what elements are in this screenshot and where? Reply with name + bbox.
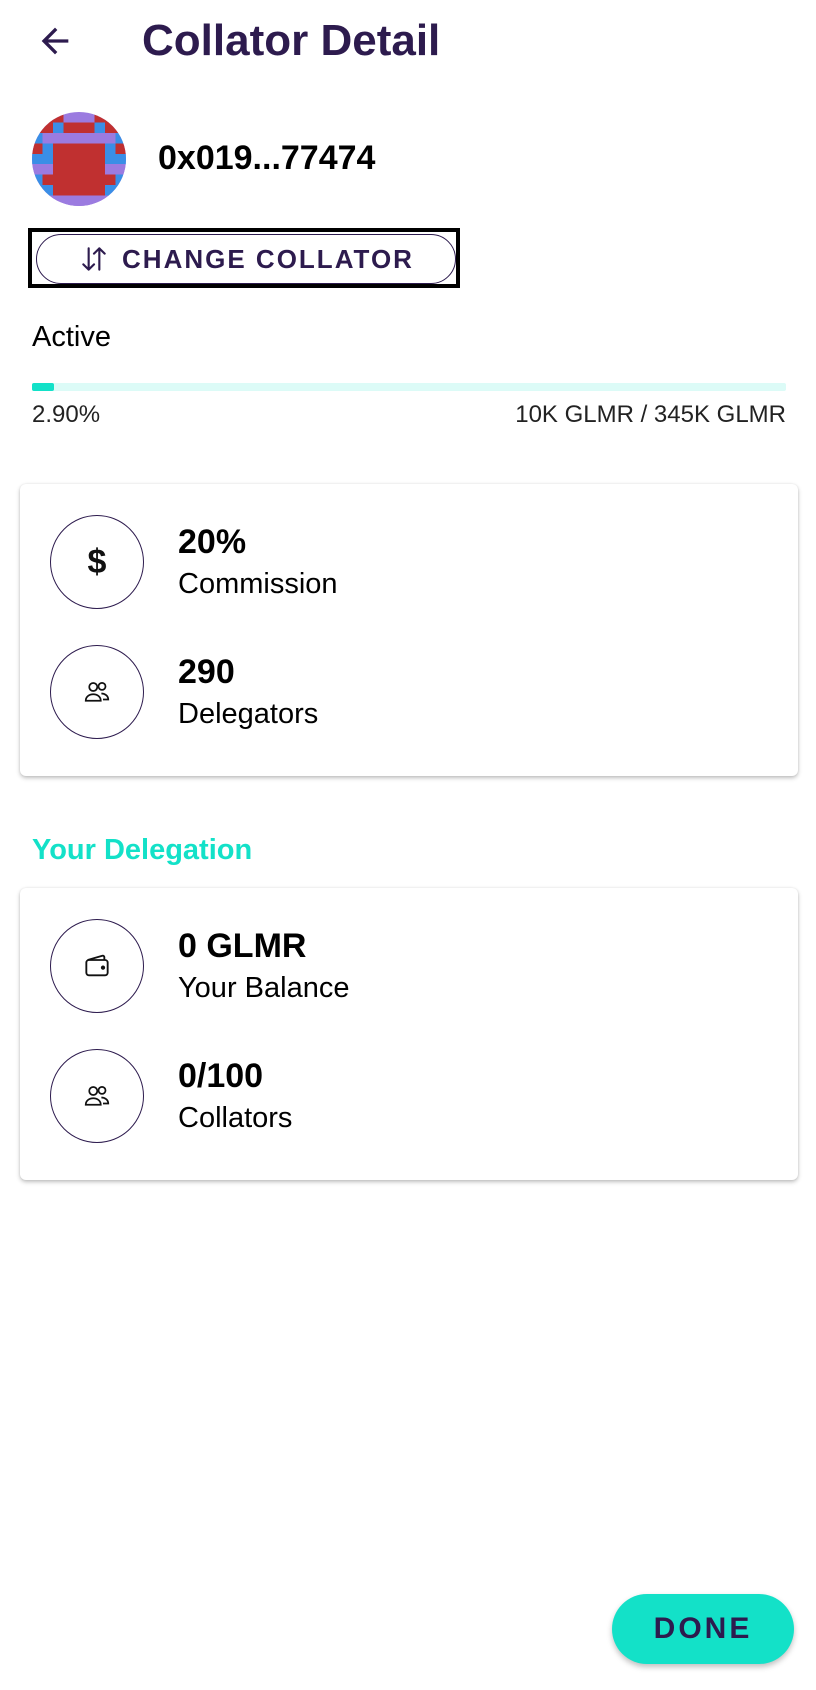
dollar-icon: $ <box>87 542 107 581</box>
commission-value: 20% <box>178 523 247 561</box>
balance-label: Your Balance <box>178 972 350 1004</box>
balance-icon-circle <box>50 919 144 1013</box>
change-collator-button[interactable]: CHANGE COLLATOR <box>36 234 456 284</box>
balance-value: 0 GLMR <box>178 927 307 965</box>
delegators-row: 290 Delegators <box>50 644 318 740</box>
delegation-card: 0 GLMR Your Balance 0/100 Collators <box>20 888 798 1180</box>
done-button[interactable]: DONE <box>612 1594 794 1664</box>
commission-row: $ 20% Commission <box>50 514 338 610</box>
collator-stats-card: $ 20% Commission 290 Delegators <box>20 484 798 776</box>
people-icon <box>84 1085 110 1106</box>
status-label: Active <box>32 321 111 353</box>
change-collator-label: CHANGE COLLATOR <box>122 243 414 274</box>
stake-amount: 10K GLMR / 345K GLMR <box>515 401 786 428</box>
collators-value: 0/100 <box>178 1057 264 1095</box>
commission-icon-circle: $ <box>50 515 144 609</box>
progress-percent: 2.90% <box>32 401 101 428</box>
avatar <box>32 112 126 206</box>
page-title: Collator Detail <box>142 16 441 65</box>
people-icon <box>84 681 110 702</box>
collators-label: Collators <box>178 1102 293 1134</box>
wallet-icon <box>85 954 109 977</box>
swap-vertical-icon <box>82 247 106 271</box>
collator-address: 0x019...77474 <box>158 139 376 177</box>
progress-fill <box>32 383 54 391</box>
your-delegation-heading: Your Delegation <box>32 834 253 866</box>
collators-row: 0/100 Collators <box>50 1048 292 1144</box>
back-button[interactable] <box>28 14 82 68</box>
progress-bar <box>32 383 786 391</box>
arrow-left-icon <box>41 27 69 55</box>
delegators-label: Delegators <box>178 698 319 730</box>
delegators-value: 290 <box>178 653 235 691</box>
balance-row: 0 GLMR Your Balance <box>50 918 349 1014</box>
commission-label: Commission <box>178 568 338 600</box>
delegators-icon-circle <box>50 645 144 739</box>
collators-icon-circle <box>50 1049 144 1143</box>
